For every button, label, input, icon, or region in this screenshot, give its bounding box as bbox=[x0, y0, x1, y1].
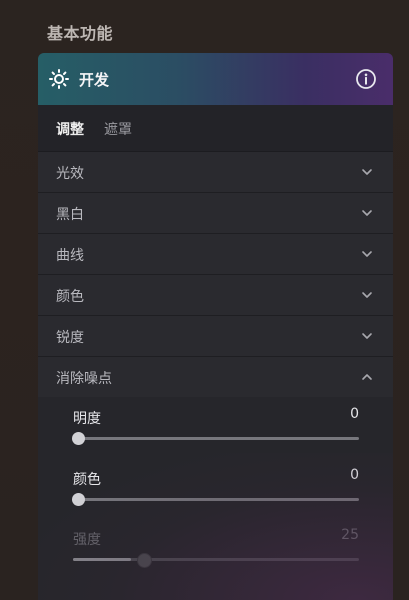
chevron-down-icon bbox=[362, 251, 372, 257]
strength-slider bbox=[73, 553, 359, 568]
strength-value: 25 bbox=[341, 527, 359, 543]
accordion-color[interactable]: 颜色 bbox=[38, 275, 393, 316]
chevron-down-icon bbox=[362, 210, 372, 216]
accordion-label: 颜色 bbox=[56, 289, 84, 305]
strength-label: 强度 bbox=[73, 532, 101, 548]
color-slider[interactable] bbox=[72, 493, 359, 506]
color-label: 颜色 bbox=[73, 472, 101, 488]
accordion-label: 曲线 bbox=[56, 248, 84, 264]
accordion-sharpness[interactable]: 锐度 bbox=[38, 316, 393, 357]
develop-panel: 开发 调整 遮罩 光效 黑白 曲线 颜色 锐度 消除噪点 明度 0 颜色 0 强… bbox=[38, 53, 393, 600]
panel-title: 开发 bbox=[79, 71, 110, 89]
luminance-value: 0 bbox=[350, 406, 359, 422]
accordion-label: 黑白 bbox=[56, 207, 84, 223]
chevron-up-icon bbox=[362, 374, 372, 380]
panel-header[interactable]: 开发 bbox=[38, 53, 393, 105]
accordion-denoise[interactable]: 消除噪点 bbox=[38, 357, 393, 397]
color-value: 0 bbox=[350, 467, 359, 483]
strength-slider-fill bbox=[73, 558, 131, 561]
accordion-label: 锐度 bbox=[56, 330, 84, 346]
sun-icon bbox=[49, 69, 69, 89]
color-slider-thumb[interactable] bbox=[72, 493, 85, 506]
denoise-content: 明度 0 颜色 0 强度 25 bbox=[38, 397, 393, 597]
luminance-label: 明度 bbox=[73, 411, 101, 427]
chevron-down-icon bbox=[362, 333, 372, 339]
luminance-slider-thumb[interactable] bbox=[72, 432, 85, 445]
accordion-black-white[interactable]: 黑白 bbox=[38, 193, 393, 234]
luminance-slider[interactable] bbox=[72, 432, 359, 445]
accordion-curves[interactable]: 曲线 bbox=[38, 234, 393, 275]
chevron-down-icon bbox=[362, 292, 372, 298]
accordion-label: 消除噪点 bbox=[56, 371, 112, 387]
section-title: 基本功能 bbox=[47, 24, 114, 43]
strength-slider-thumb bbox=[137, 553, 152, 568]
info-icon[interactable] bbox=[355, 68, 377, 90]
accordion-light[interactable]: 光效 bbox=[38, 152, 393, 193]
chevron-down-icon bbox=[362, 169, 372, 175]
tab-bar: 调整 遮罩 bbox=[38, 105, 393, 152]
tab-mask[interactable]: 遮罩 bbox=[104, 119, 132, 139]
tab-adjust[interactable]: 调整 bbox=[56, 119, 84, 139]
accordion-label: 光效 bbox=[56, 166, 84, 182]
